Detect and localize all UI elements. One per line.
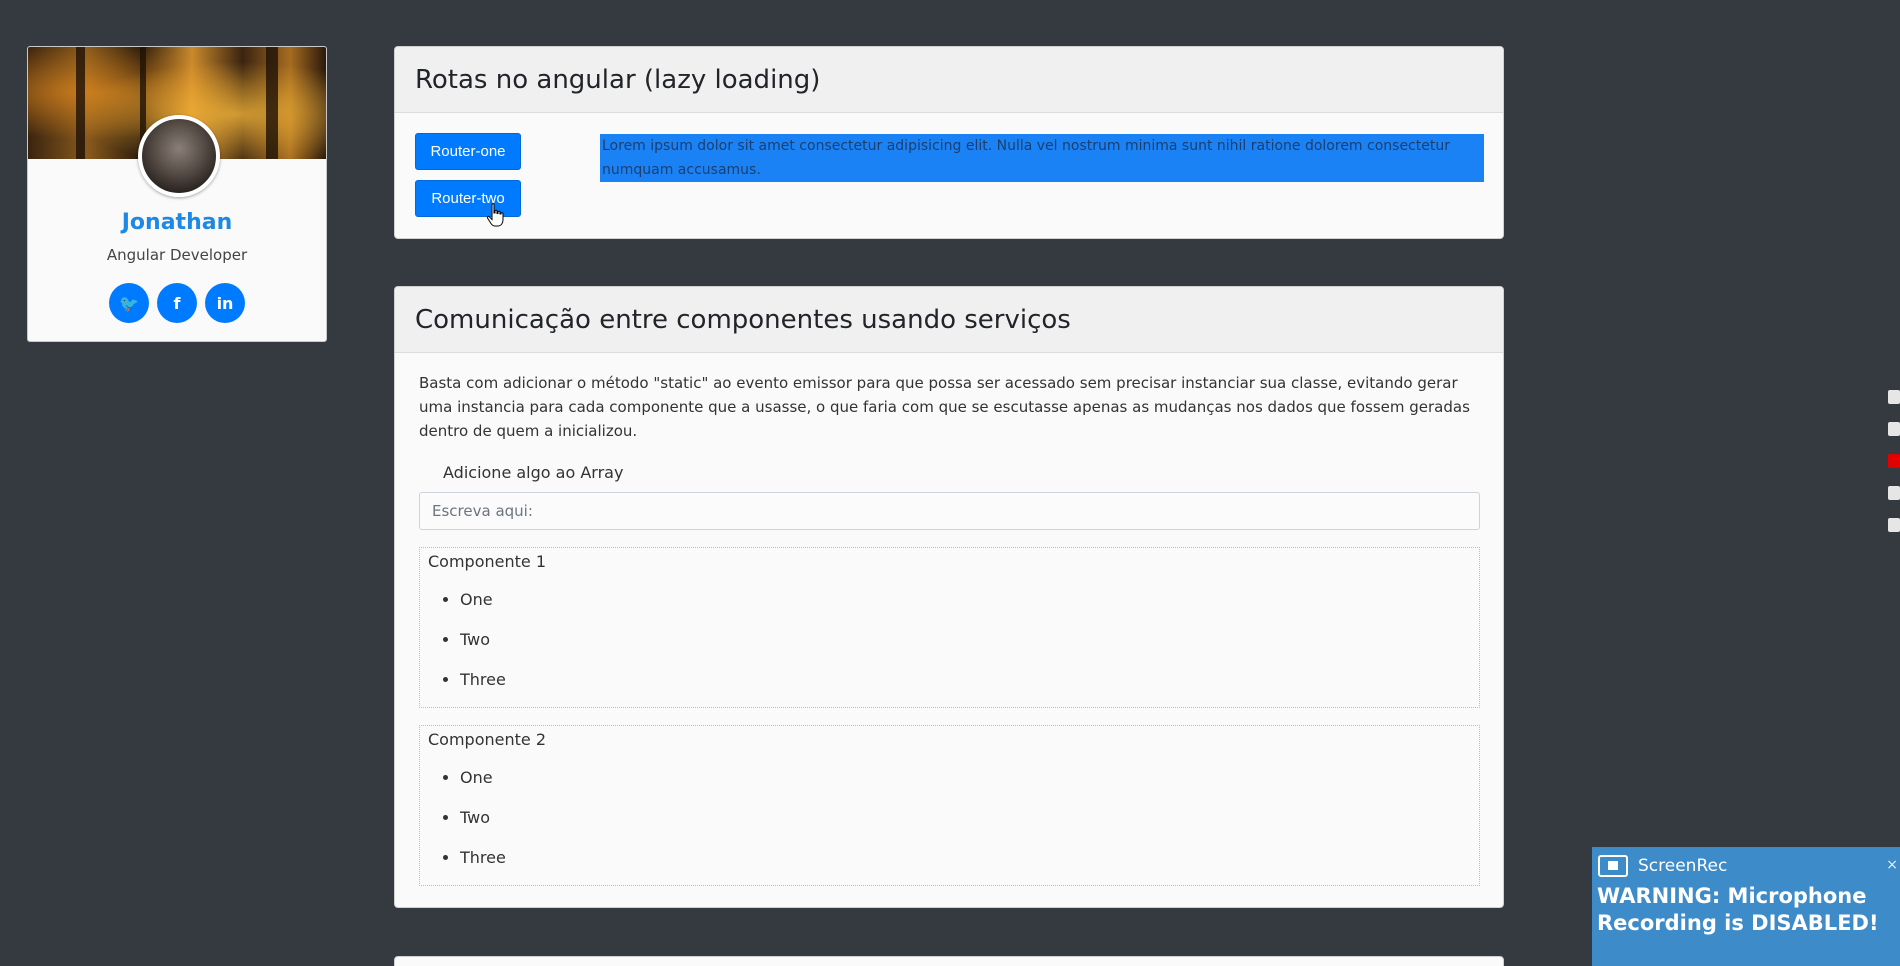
list-item: One — [460, 590, 506, 630]
next-panel — [394, 956, 1504, 966]
component-2-list: One Two Three — [460, 768, 506, 888]
profile-role: Angular Developer — [106, 246, 248, 264]
facebook-icon[interactable]: f — [157, 283, 197, 323]
settings-icon[interactable] — [1888, 518, 1900, 532]
record-icon[interactable] — [1888, 454, 1900, 468]
list-item: One — [460, 768, 506, 808]
router-outlet-content: Lorem ipsum dolor sit amet consectetur a… — [600, 134, 1484, 182]
screenrec-logo-icon — [1598, 855, 1628, 877]
services-description: Basta com adicionar o método "static" ao… — [419, 374, 1470, 440]
component-2-box: Componente 2 One Two Three — [419, 725, 1480, 886]
screenrec-brand: ScreenRec — [1638, 856, 1728, 876]
social-links: 🐦 f in — [28, 283, 326, 323]
avatar[interactable] — [138, 115, 220, 197]
component-1-box: Componente 1 One Two Three — [419, 547, 1480, 708]
linkedin-icon[interactable]: in — [205, 283, 245, 323]
routes-panel: Rotas no angular (lazy loading) Router-o… — [394, 46, 1504, 239]
pin-icon[interactable] — [1888, 390, 1900, 404]
profile-name: Jonathan — [121, 210, 233, 235]
component-1-list: One Two Three — [460, 590, 506, 710]
array-item-input[interactable] — [419, 492, 1480, 530]
services-panel-title: Comunicação entre componentes usando ser… — [415, 304, 1071, 335]
close-icon[interactable]: × — [1886, 857, 1898, 873]
component-2-title: Componente 2 — [428, 730, 546, 749]
services-panel: Comunicação entre componentes usando ser… — [394, 286, 1504, 908]
screenrec-notification: ScreenRec × WARNING: Microphone Recordin… — [1592, 847, 1900, 966]
routes-panel-title: Rotas no angular (lazy loading) — [415, 64, 821, 95]
services-panel-header: Comunicação entre componentes usando ser… — [395, 287, 1503, 353]
component-1-title: Componente 1 — [428, 552, 546, 571]
hand-cursor-icon — [486, 203, 504, 227]
profile-card: Jonathan Angular Developer 🐦 f in — [27, 46, 327, 342]
recorder-toolbar — [1888, 390, 1900, 550]
list-item: Two — [460, 808, 506, 848]
gallery-icon[interactable] — [1888, 486, 1900, 500]
list-item: Three — [460, 670, 506, 710]
router-one-button[interactable]: Router-one — [415, 133, 521, 170]
list-item: Three — [460, 848, 506, 888]
router-two-button[interactable]: Router-two — [415, 180, 521, 217]
routes-panel-header: Rotas no angular (lazy loading) — [395, 47, 1503, 113]
list-item: Two — [460, 630, 506, 670]
camera-icon[interactable] — [1888, 422, 1900, 436]
array-input-label: Adicione algo ao Array — [443, 463, 624, 482]
twitter-icon[interactable]: 🐦 — [109, 283, 149, 323]
microphone-warning: WARNING: Microphone Recording is DISABLE… — [1597, 884, 1879, 935]
